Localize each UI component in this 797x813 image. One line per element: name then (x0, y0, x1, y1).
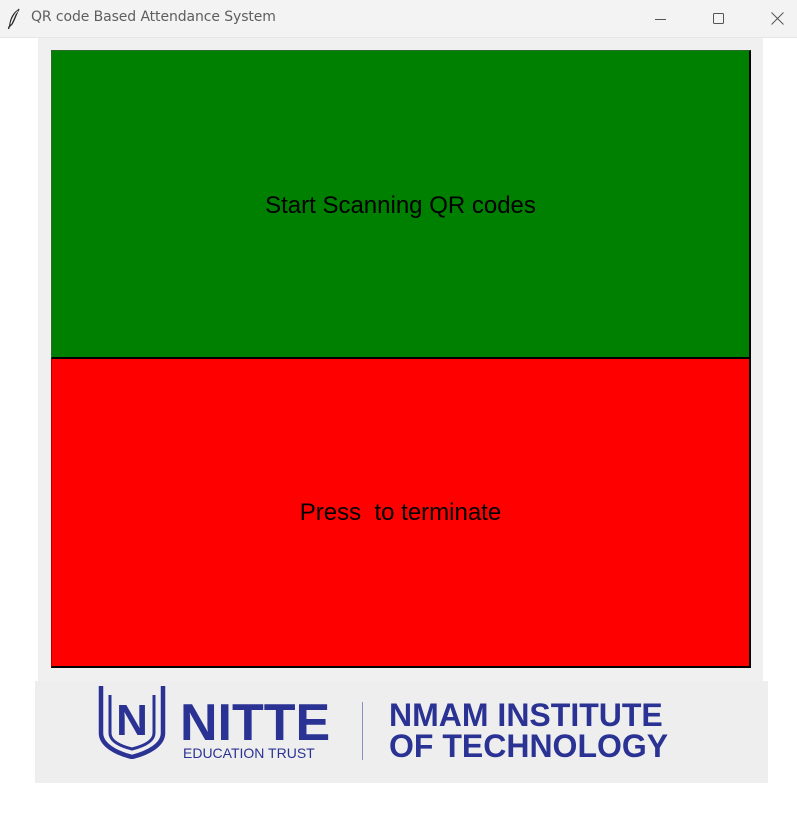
minimize-icon (655, 18, 666, 20)
start-scanning-button[interactable]: Start Scanning QR codes (51, 50, 751, 359)
terminate-label: Press to terminate (299, 498, 502, 526)
maximize-button[interactable] (690, 0, 748, 37)
institute-name-line-2: OF TECHNOLOGY (389, 728, 669, 764)
terminate-button[interactable]: Press to terminate (51, 359, 751, 668)
brand-name: NITTE (180, 694, 331, 752)
emblem-letter: N (116, 696, 148, 745)
maximize-icon (713, 12, 724, 24)
logo-divider (362, 702, 363, 760)
feather-icon (7, 8, 20, 30)
close-icon (770, 12, 784, 25)
nitte-shield-icon: N (98, 686, 166, 759)
title-bar: QR code Based Attendance System (0, 0, 797, 38)
start-scanning-label: Start Scanning QR codes (265, 192, 536, 219)
brand-subtitle: EDUCATION TRUST (183, 745, 315, 761)
window-title: QR code Based Attendance System (31, 9, 276, 25)
institute-name-line-1: NMAM INSTITUTE (389, 697, 663, 733)
minimize-button[interactable] (632, 0, 690, 37)
close-button[interactable] (748, 0, 797, 37)
